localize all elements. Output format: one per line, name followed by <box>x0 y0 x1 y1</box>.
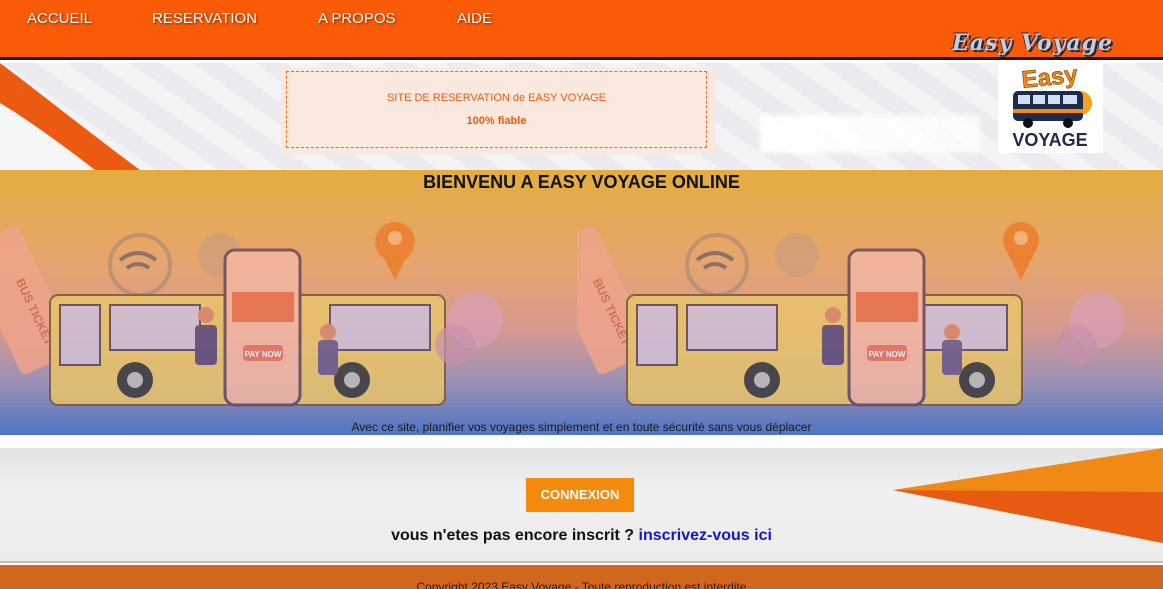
register-prompt: vous n'etes pas encore inscrit ? <box>391 527 635 544</box>
nav-item-a-propos[interactable]: A PROPOS <box>318 10 396 27</box>
bus-booking-illustration: BUS TICKET PAY NOW <box>0 222 503 407</box>
logo-word-easy: Easy <box>1020 63 1079 94</box>
brand-title: Easy Voyage <box>952 30 1113 56</box>
notice-box: SITE DE RESERVATION de EASY VOYAGE 100% … <box>281 68 715 154</box>
svg-text:PAY NOW: PAY NOW <box>869 350 906 359</box>
notice-title: SITE DE RESERVATION de EASY VOYAGE <box>386 92 607 104</box>
notice-reliability: 100% fiable <box>466 115 527 127</box>
bus-booking-illustration-repeat: BUS TICKET PAY NOW <box>577 222 1125 407</box>
nav-item-aide[interactable]: AIDE <box>457 10 492 27</box>
hero-banner: BUS TICKET PAY NOW BUS TICKET PAY NOW BI… <box>0 170 1163 435</box>
notice-frame: SITE DE RESERVATION de EASY VOYAGE 100% … <box>286 71 707 148</box>
orange-swoosh-decoration <box>0 63 140 170</box>
connexion-button[interactable]: CONNEXION <box>526 478 634 512</box>
blurred-overlay <box>760 115 980 153</box>
register-link[interactable]: inscrivez-vous ici <box>639 527 772 544</box>
top-navigation: ACCUEIL RESERVATION A PROPOS AIDE Easy V… <box>0 0 1163 60</box>
connection-section: CONNEXION vous n'etes pas encore inscrit… <box>0 448 1163 563</box>
nav-item-accueil[interactable]: ACCUEIL <box>27 10 92 27</box>
header-strip: SITE DE RESERVATION de EASY VOYAGE 100% … <box>0 63 1163 170</box>
footer-copyright: Copyright 2023 Easy Voyage - Toute repro… <box>416 580 747 589</box>
hero-subtitle: Avec ce site, planifier vos voyages simp… <box>351 420 812 434</box>
easy-voyage-logo: Easy VOYAGE <box>998 63 1103 153</box>
hero-title: BIENVENU A EASY VOYAGE ONLINE <box>423 172 740 192</box>
svg-text:PAY NOW: PAY NOW <box>245 350 282 359</box>
logo-word-voyage: VOYAGE <box>1012 130 1087 150</box>
footer: Copyright 2023 Easy Voyage - Toute repro… <box>0 565 1163 589</box>
register-prompt-line: vous n'etes pas encore inscrit ? inscriv… <box>0 527 1163 545</box>
nav-item-reservation[interactable]: RESERVATION <box>152 10 257 27</box>
